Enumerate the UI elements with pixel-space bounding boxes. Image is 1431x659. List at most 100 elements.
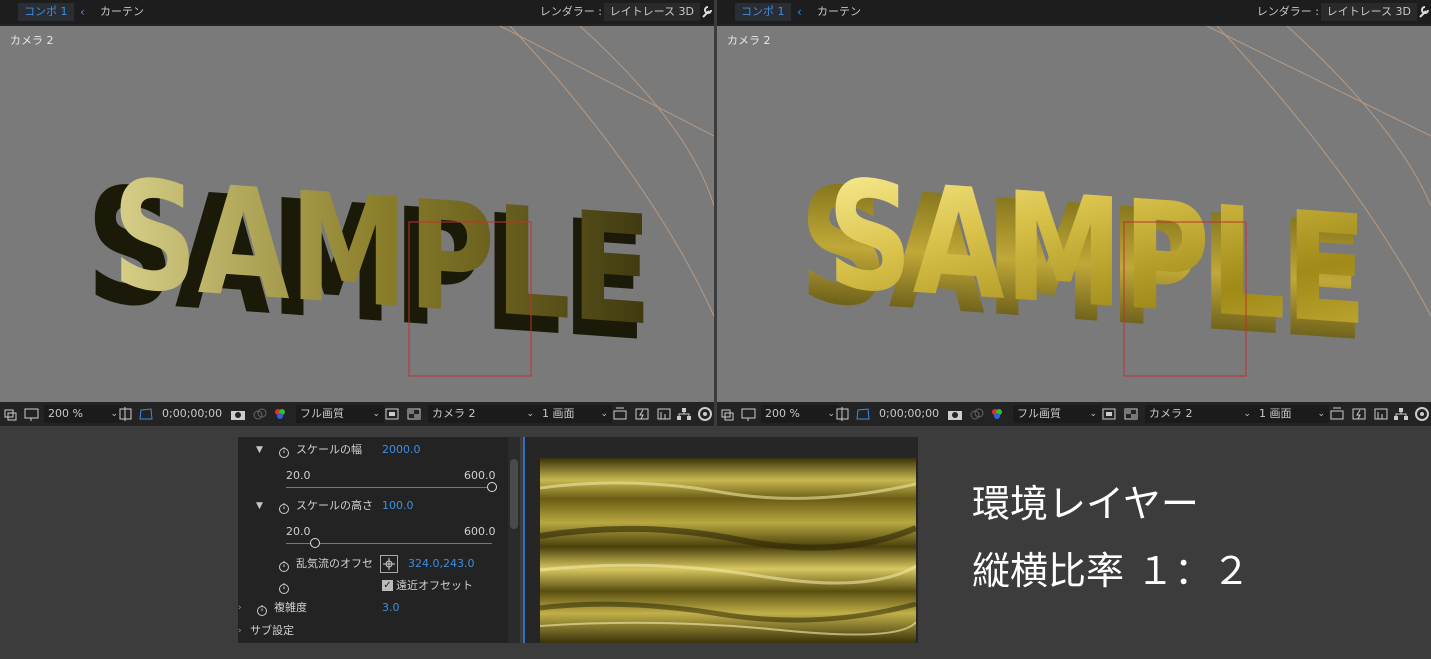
timeline-icon[interactable] xyxy=(656,405,672,423)
grid-icon[interactable] xyxy=(835,405,851,423)
scale-height-slider[interactable] xyxy=(286,538,492,548)
reset-exposure-icon[interactable] xyxy=(1415,405,1429,423)
mask-toggle-icon[interactable] xyxy=(855,405,871,423)
view-layout-dropdown[interactable]: 1 画面 ⌄ xyxy=(538,405,612,423)
environment-texture-preview-frame xyxy=(525,437,918,643)
zoom-dropdown[interactable]: 200 % ⌄ xyxy=(44,405,122,423)
flowchart-icon[interactable] xyxy=(1393,405,1409,423)
color-channels-icon[interactable] xyxy=(989,405,1005,423)
region-of-interest-icon[interactable] xyxy=(384,405,400,423)
complexity-label: 複雑度 xyxy=(274,601,307,614)
timeline-icon[interactable] xyxy=(1373,405,1389,423)
complexity-row: › 複雑度 3.0 xyxy=(238,597,508,619)
composition-panel-left: コンポ 1 ‹ カーテン レンダラー : レイトレース 3D SAMPLE SA… xyxy=(0,0,714,426)
turbulence-offset-row: 乱気流のオフセ 324.0,243.0 xyxy=(238,553,508,575)
monitor-icon[interactable] xyxy=(24,405,40,423)
monitor-icon[interactable] xyxy=(741,405,757,423)
active-camera-label: カメラ 2 xyxy=(10,34,54,47)
scale-width-range: 20.0 600.0 xyxy=(238,465,508,487)
scale-height-range: 20.0 600.0 xyxy=(238,521,508,543)
resolution-dropdown[interactable]: フル画質 ⌄ xyxy=(1013,405,1101,423)
expand-triangle-icon[interactable]: ▼ xyxy=(256,495,263,517)
camera-view-dropdown[interactable]: カメラ 2 ⌄ xyxy=(428,405,538,423)
show-snapshot-icon[interactable] xyxy=(252,405,268,423)
comp-viewport[interactable]: SAMPLE SAMPLE カメラ 2 xyxy=(717,26,1431,402)
tab-back-arrow-icon[interactable]: ‹ xyxy=(80,3,85,21)
snapshot-camera-icon[interactable] xyxy=(230,405,246,423)
region-of-interest-icon[interactable] xyxy=(1101,405,1117,423)
composition-panel-right: コンポ 1 ‹ カーテン レンダラー : レイトレース 3D SAMPLE SA… xyxy=(717,0,1431,426)
mask-toggle-icon[interactable] xyxy=(138,405,154,423)
slider-max: 600.0 xyxy=(464,525,496,538)
collapse-arrow-icon[interactable]: › xyxy=(238,597,242,619)
stopwatch-icon[interactable] xyxy=(278,444,290,466)
scale-width-slider[interactable] xyxy=(286,482,497,492)
always-preview-icon[interactable] xyxy=(4,405,18,423)
reset-exposure-icon[interactable] xyxy=(698,405,712,423)
wrench-icon[interactable] xyxy=(700,3,714,21)
scale-height-row: ▼ スケールの高さ 100.0 xyxy=(238,495,508,517)
toggle-pixel-aspect-icon[interactable] xyxy=(1329,405,1345,423)
scale-height-value[interactable]: 100.0 xyxy=(382,495,414,517)
scale-width-label: スケールの幅 xyxy=(296,443,362,456)
viewer-toolbar: 200 % ⌄ 0;00;00;00 フル画質 ⌄ カメラ 2 ⌄ 1 画面 ⌄ xyxy=(0,402,714,426)
turbulence-offset-value[interactable]: 324.0,243.0 xyxy=(408,553,474,575)
grid-icon[interactable] xyxy=(118,405,134,423)
perspective-offset-row: ✓ 遠近オフセット xyxy=(238,575,508,597)
comp-tab-active[interactable]: コンポ 1 xyxy=(18,3,74,21)
timecode[interactable]: 0;00;00;00 xyxy=(162,405,222,423)
scale-width-value[interactable]: 2000.0 xyxy=(382,439,421,461)
wrench-icon[interactable] xyxy=(1417,3,1431,21)
caption-line-1: 環境レイヤー xyxy=(972,482,1199,526)
resolution-dropdown[interactable]: フル画質 ⌄ xyxy=(296,405,384,423)
always-preview-icon[interactable] xyxy=(721,405,735,423)
sub-settings-label: サブ設定 xyxy=(250,624,294,637)
active-camera-label: カメラ 2 xyxy=(727,34,771,47)
turbulence-offset-label: 乱気流のオフセ xyxy=(296,557,373,570)
collapse-arrow-icon[interactable]: › xyxy=(238,620,242,642)
camera-view-dropdown[interactable]: カメラ 2 ⌄ xyxy=(1145,405,1255,423)
slider-knob[interactable] xyxy=(487,482,497,492)
expand-triangle-icon[interactable]: ▼ xyxy=(256,439,263,461)
show-snapshot-icon[interactable] xyxy=(969,405,985,423)
renderer-label: レンダラー : xyxy=(539,5,602,18)
comp-viewport[interactable]: SAMPLE SAMPLE カメラ 2 xyxy=(0,26,714,402)
tab-back-arrow-icon[interactable]: ‹ xyxy=(797,3,802,21)
comp-tab-active[interactable]: コンポ 1 xyxy=(735,3,791,21)
toggle-pixel-aspect-icon[interactable] xyxy=(612,405,628,423)
scrollbar-thumb[interactable] xyxy=(510,459,518,529)
comp-tab-bar: コンポ 1 ‹ カーテン レンダラー : レイトレース 3D xyxy=(717,0,1431,24)
slider-min: 20.0 xyxy=(286,469,311,482)
zoom-dropdown[interactable]: 200 % ⌄ xyxy=(761,405,839,423)
flowchart-icon[interactable] xyxy=(676,405,692,423)
complexity-value[interactable]: 3.0 xyxy=(382,597,400,619)
scene-render: SAMPLE SAMPLE xyxy=(86,26,714,377)
comp-tab-curtain[interactable]: カーテン xyxy=(100,3,144,21)
viewer-toolbar: 200 % ⌄ 0;00;00;00 フル画質 ⌄ カメラ 2 ⌄ 1 画面 ⌄ xyxy=(717,402,1431,426)
renderer-dropdown[interactable]: レイトレース 3D xyxy=(1320,3,1417,21)
transparency-grid-icon[interactable] xyxy=(406,405,422,423)
snapshot-camera-icon[interactable] xyxy=(947,405,963,423)
perspective-offset-checkbox[interactable]: ✓ xyxy=(382,580,393,591)
effect-controls-panel: ▼ スケールの幅 2000.0 20.0 600.0 ▼ スケールの高さ 100… xyxy=(238,437,520,643)
sub-settings-row[interactable]: › サブ設定 xyxy=(238,620,508,642)
scale-height-label: スケールの高さ xyxy=(296,499,373,512)
scrollbar[interactable] xyxy=(508,437,520,643)
stopwatch-icon[interactable] xyxy=(278,500,290,522)
gold-turbulence-texture xyxy=(540,458,916,643)
perspective-offset-label: 遠近オフセット xyxy=(396,579,473,592)
timecode[interactable]: 0;00;00;00 xyxy=(879,405,939,423)
slider-knob[interactable] xyxy=(309,538,320,548)
comp-tab-curtain[interactable]: カーテン xyxy=(817,3,861,21)
slider-min: 20.0 xyxy=(286,525,311,538)
view-layout-dropdown[interactable]: 1 画面 ⌄ xyxy=(1255,405,1329,423)
comp-tab-bar: コンポ 1 ‹ カーテン レンダラー : レイトレース 3D xyxy=(0,0,714,24)
fast-previews-icon[interactable] xyxy=(634,405,650,423)
scene-render: SAMPLE SAMPLE xyxy=(799,26,1431,377)
transparency-grid-icon[interactable] xyxy=(1123,405,1139,423)
fast-previews-icon[interactable] xyxy=(1351,405,1367,423)
renderer-label: レンダラー : xyxy=(1256,5,1319,18)
crosshair-icon[interactable] xyxy=(380,555,398,573)
color-channels-icon[interactable] xyxy=(272,405,288,423)
renderer-dropdown[interactable]: レイトレース 3D xyxy=(603,3,700,21)
